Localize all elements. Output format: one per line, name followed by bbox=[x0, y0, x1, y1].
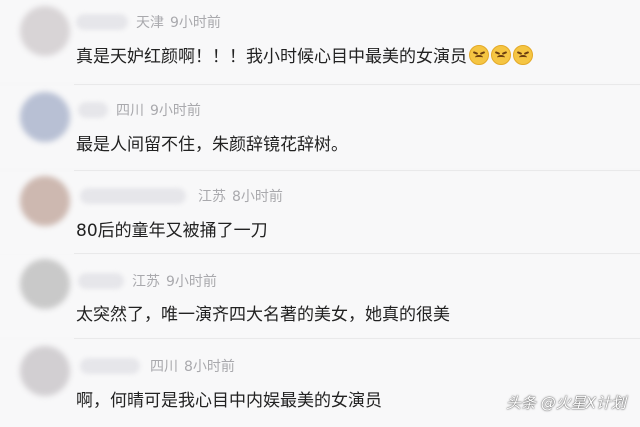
comment-time: 9小时前 bbox=[150, 103, 201, 119]
comment-time: 9小时前 bbox=[170, 15, 221, 31]
comment-time: 8小时前 bbox=[184, 359, 235, 375]
avatar[interactable] bbox=[20, 346, 70, 396]
divider bbox=[74, 253, 640, 254]
divider bbox=[74, 338, 640, 339]
watermark: 头条 @火星X计划 bbox=[505, 394, 626, 412]
avatar[interactable] bbox=[20, 6, 70, 56]
comment-location: 江苏 bbox=[132, 274, 160, 290]
divider bbox=[74, 170, 640, 171]
comment-item: 天津 9小时前 真是天妒红颜啊！！！我小时候心目中最美的女演员 bbox=[0, 0, 640, 82]
comment-item: 四川 9小时前 最是人间留不住，朱颜辞镜花辞树。 bbox=[0, 86, 640, 168]
avatar[interactable] bbox=[20, 92, 70, 142]
angry-face-icon bbox=[513, 45, 533, 65]
comment-location: 四川 bbox=[150, 359, 178, 375]
comment-meta: 天津 9小时前 bbox=[136, 12, 221, 32]
comment-time: 9小时前 bbox=[166, 274, 217, 290]
comment-item: 江苏 9小时前 太突然了，唯一演齐四大名著的美女，她真的很美 bbox=[0, 255, 640, 337]
comment-body: 啊，何晴可是我心目中内娱最美的女演员 bbox=[76, 391, 382, 411]
comment-body: 80后的童年又被捅了一刀 bbox=[76, 221, 268, 241]
comment-text: 80后的童年又被捅了一刀 bbox=[76, 216, 268, 241]
username-blurred[interactable] bbox=[78, 273, 124, 289]
comment-location: 四川 bbox=[116, 103, 144, 119]
divider bbox=[74, 84, 640, 85]
comment-location: 天津 bbox=[136, 15, 164, 31]
comment-text: 太突然了，唯一演齐四大名著的美女，她真的很美 bbox=[76, 300, 450, 325]
angry-face-icon bbox=[469, 45, 489, 65]
comment-meta: 四川 8小时前 bbox=[150, 356, 235, 376]
angry-face-icon bbox=[491, 45, 511, 65]
comment-meta: 四川 9小时前 bbox=[116, 100, 201, 120]
comment-text: 啊，何晴可是我心目中内娱最美的女演员 bbox=[76, 386, 382, 411]
username-blurred[interactable] bbox=[78, 102, 108, 118]
comment-item: 四川 8小时前 啊，何晴可是我心目中内娱最美的女演员 bbox=[0, 340, 640, 427]
comment-item: 江苏 8小时前 80后的童年又被捅了一刀 bbox=[0, 172, 640, 254]
comment-meta: 江苏 8小时前 bbox=[198, 186, 283, 206]
comment-time: 8小时前 bbox=[232, 189, 283, 205]
comment-text: 真是天妒红颜啊！！！我小时候心目中最美的女演员 bbox=[76, 42, 533, 67]
avatar[interactable] bbox=[20, 176, 70, 226]
comment-text: 最是人间留不住，朱颜辞镜花辞树。 bbox=[76, 130, 348, 155]
username-blurred[interactable] bbox=[80, 188, 186, 204]
comment-body: 真是天妒红颜啊！！！我小时候心目中最美的女演员 bbox=[76, 47, 467, 67]
comment-body: 最是人间留不住，朱颜辞镜花辞树。 bbox=[76, 135, 348, 155]
comment-meta: 江苏 9小时前 bbox=[132, 271, 217, 291]
avatar[interactable] bbox=[20, 259, 70, 309]
comment-location: 江苏 bbox=[198, 189, 226, 205]
comment-body: 太突然了，唯一演齐四大名著的美女，她真的很美 bbox=[76, 305, 450, 325]
username-blurred[interactable] bbox=[80, 358, 140, 374]
username-blurred[interactable] bbox=[76, 14, 128, 30]
